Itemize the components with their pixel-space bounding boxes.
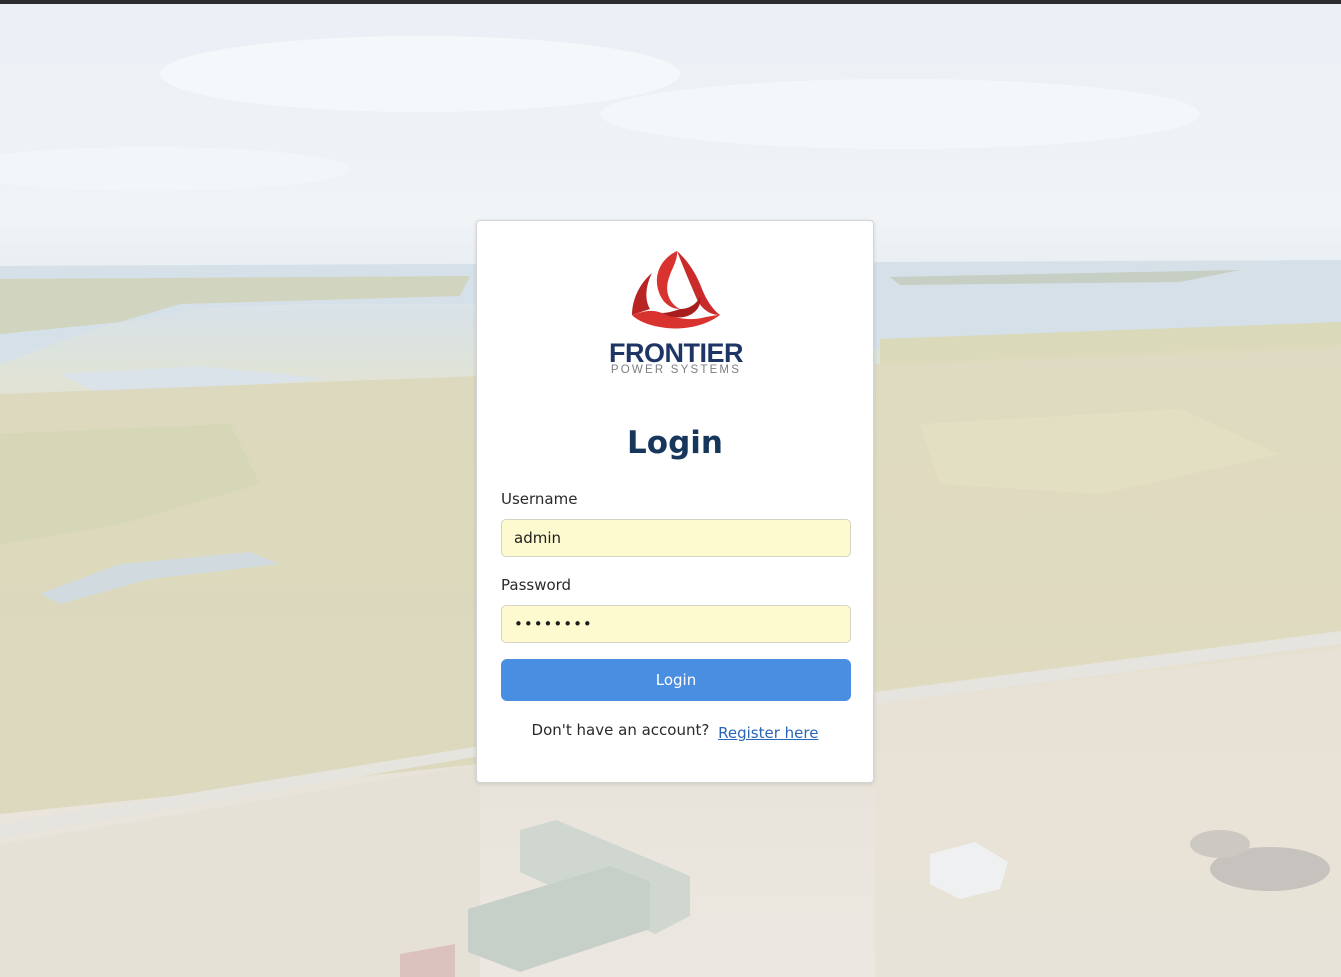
page-title: Login bbox=[627, 425, 723, 461]
brand-tagline: POWER SYSTEMS bbox=[610, 364, 742, 376]
username-input[interactable] bbox=[501, 519, 851, 557]
trefoil-logo-icon bbox=[632, 251, 720, 329]
username-label: Username bbox=[501, 490, 578, 508]
register-prompt-text: Don't have an account? bbox=[531, 721, 710, 739]
login-button[interactable]: Login bbox=[501, 659, 851, 701]
password-input[interactable] bbox=[501, 605, 851, 643]
register-link[interactable]: Register here bbox=[718, 724, 818, 742]
password-label: Password bbox=[501, 576, 572, 594]
brand-logo: FRONTIER POWER SYSTEMS bbox=[601, 249, 751, 379]
register-prompt: Don't have an account? Register here bbox=[477, 719, 873, 742]
login-card: FRONTIER POWER SYSTEMS Login Username Pa… bbox=[476, 220, 874, 783]
